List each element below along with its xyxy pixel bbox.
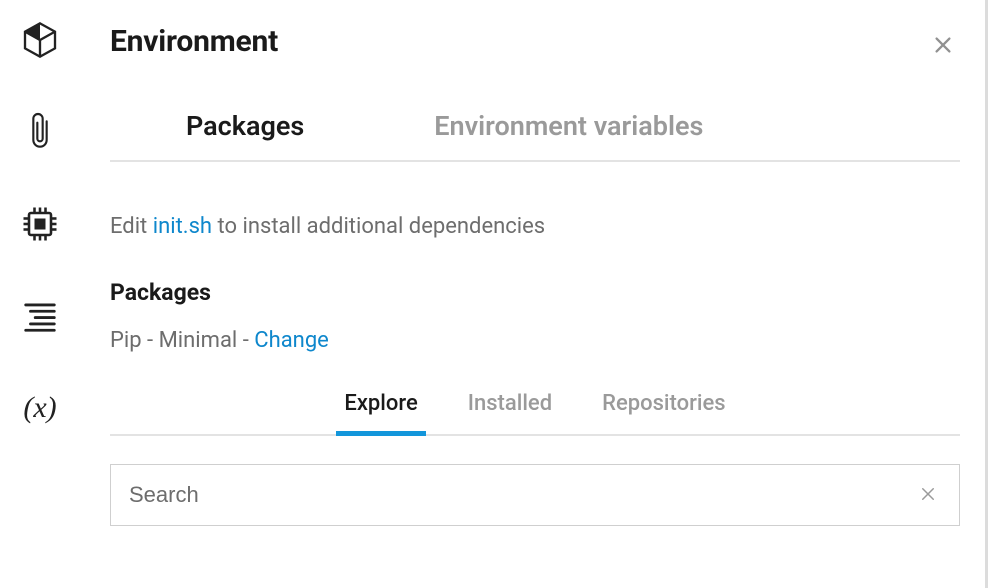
tabs-secondary: Explore Installed Repositories bbox=[110, 391, 960, 436]
close-icon bbox=[919, 491, 937, 506]
init-sh-link[interactable]: init.sh bbox=[153, 214, 212, 239]
search-box bbox=[110, 464, 960, 526]
paperclip-icon bbox=[24, 110, 56, 154]
package-manager: Pip bbox=[110, 328, 142, 353]
edit-hint: Edit init.sh to install additional depen… bbox=[110, 214, 960, 239]
page-title: Environment bbox=[110, 24, 278, 59]
package-template: Minimal bbox=[159, 328, 238, 353]
close-icon bbox=[932, 34, 954, 56]
main-panel: Environment Packages Environment variabl… bbox=[80, 0, 988, 588]
tab-explore[interactable]: Explore bbox=[336, 391, 425, 434]
cpu-icon bbox=[18, 202, 62, 246]
tab-repositories[interactable]: Repositories bbox=[594, 391, 733, 434]
tab-packages[interactable]: Packages bbox=[186, 110, 304, 160]
sidebar-item-compute[interactable] bbox=[18, 202, 62, 246]
list-icon bbox=[21, 297, 59, 335]
package-config-line: Pip - Minimal - Change bbox=[110, 328, 960, 353]
sidebar-item-variables[interactable]: (x) bbox=[18, 386, 62, 430]
sidebar-item-attachments[interactable] bbox=[18, 110, 62, 154]
search-clear-button[interactable] bbox=[915, 481, 941, 510]
tab-installed[interactable]: Installed bbox=[460, 391, 560, 434]
packages-heading: Packages bbox=[110, 279, 960, 306]
sidebar-item-outline[interactable] bbox=[18, 294, 62, 338]
change-template-link[interactable]: Change bbox=[254, 328, 329, 353]
close-button[interactable] bbox=[926, 28, 960, 62]
cube-icon bbox=[20, 20, 60, 60]
sidebar: (x) bbox=[0, 0, 80, 588]
sidebar-item-environment[interactable] bbox=[18, 18, 62, 62]
tabs-primary: Packages Environment variables bbox=[110, 110, 960, 162]
search-input[interactable] bbox=[129, 482, 915, 508]
variable-icon: (x) bbox=[23, 391, 56, 425]
tab-environment-variables[interactable]: Environment variables bbox=[434, 110, 703, 160]
